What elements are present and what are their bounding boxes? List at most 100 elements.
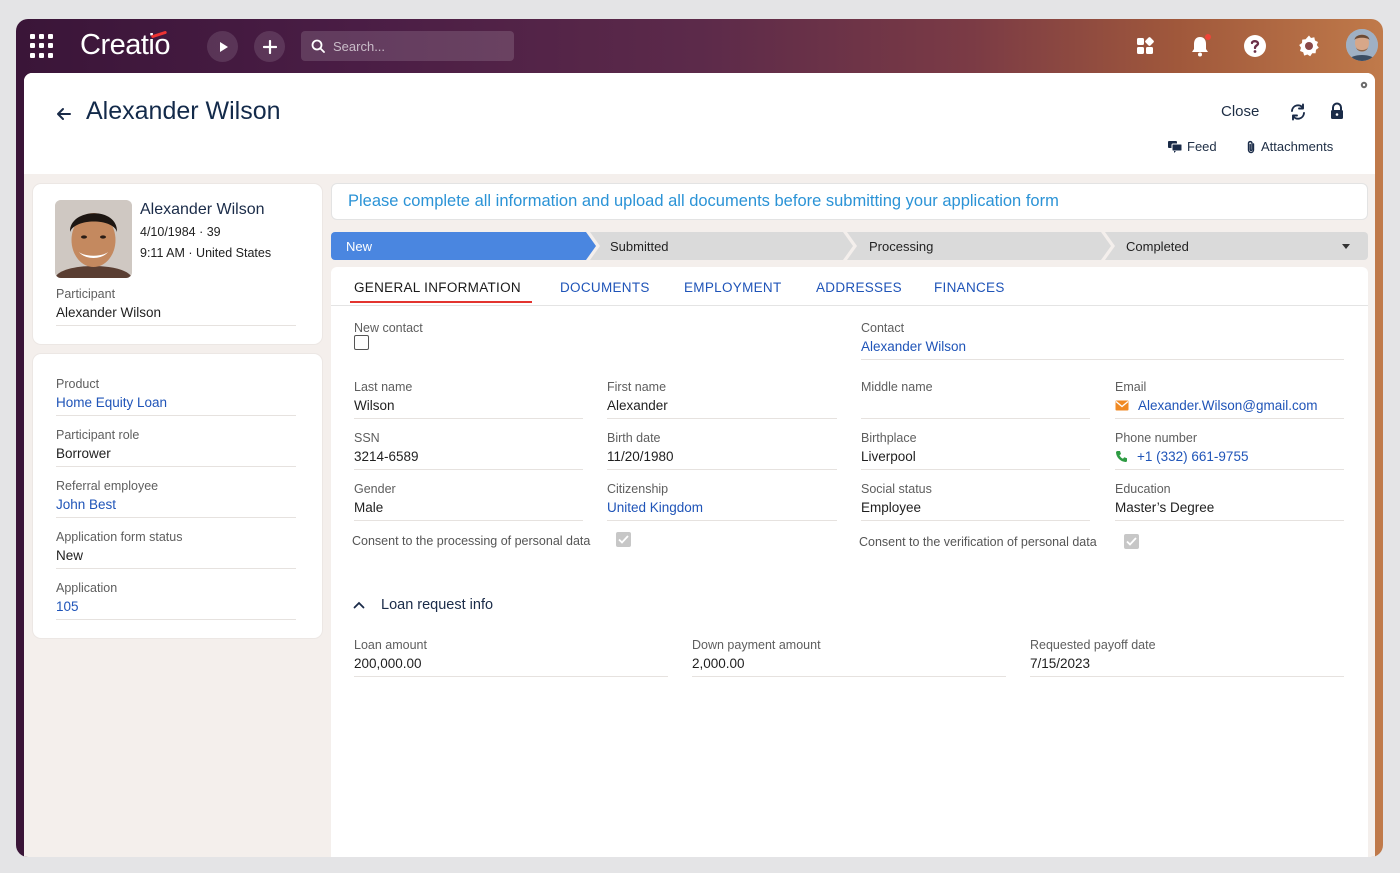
feed-button[interactable]: Feed	[1168, 139, 1217, 154]
application-link[interactable]: 105	[56, 599, 296, 614]
middle-name-field[interactable]: Middle name	[861, 380, 1090, 419]
attachments-button[interactable]: Attachments	[1246, 139, 1333, 154]
referral-employee-field[interactable]: Referral employee John Best	[56, 479, 296, 518]
participant-role-label: Participant role	[56, 428, 140, 442]
back-arrow-icon[interactable]	[54, 104, 74, 124]
ssn-field[interactable]: SSN 3214-6589	[354, 431, 583, 470]
participant-field[interactable]: Participant Alexander Wilson	[56, 287, 296, 326]
gender-field[interactable]: Gender Male	[354, 482, 583, 521]
email-link[interactable]: Alexander.Wilson@gmail.com	[1138, 398, 1318, 413]
tab-employment[interactable]: EMPLOYMENT	[684, 280, 782, 295]
loan-amount-label: Loan amount	[354, 638, 427, 652]
help-icon[interactable]	[1243, 34, 1267, 58]
first-name-label: First name	[607, 380, 667, 394]
small-gear-icon[interactable]	[1359, 80, 1369, 90]
education-value: Master’s Degree	[1115, 500, 1215, 515]
close-button[interactable]: Close	[1221, 103, 1259, 120]
first-name-field[interactable]: First name Alexander	[607, 380, 837, 419]
search-box[interactable]	[301, 31, 514, 61]
application-status-label: Application form status	[56, 530, 183, 544]
notification-dot	[1205, 34, 1211, 40]
application-status-value: New	[56, 548, 84, 563]
refresh-icon[interactable]	[1289, 103, 1307, 121]
participant-role-field[interactable]: Participant role Borrower	[56, 428, 296, 467]
profile-card: Alexander Wilson 4/10/1984 · 39 9:11 AM …	[33, 184, 322, 344]
tab-documents[interactable]: DOCUMENTS	[560, 280, 650, 295]
education-field[interactable]: Education Master’s Degree	[1115, 482, 1344, 521]
apps-icon[interactable]	[1133, 34, 1157, 58]
search-input[interactable]	[333, 38, 503, 54]
birthplace-value: Liverpool	[861, 449, 916, 464]
birthplace-field[interactable]: Birthplace Liverpool	[861, 431, 1090, 470]
product-field[interactable]: Product Home Equity Loan	[56, 377, 296, 416]
product-link[interactable]: Home Equity Loan	[56, 395, 296, 410]
checkmark-icon	[618, 535, 629, 544]
loan-section-toggle[interactable]: Loan request info	[353, 597, 493, 613]
birth-date-value: 11/20/1980	[607, 449, 674, 464]
birth-date-label: Birth date	[607, 431, 661, 445]
add-button[interactable]	[254, 31, 285, 62]
new-contact-label: New contact	[354, 321, 423, 335]
payoff-date-field[interactable]: Requested payoff date 7/15/2023	[1030, 638, 1344, 677]
consent-verification-checkbox[interactable]	[1124, 534, 1139, 549]
application-field[interactable]: Application 105	[56, 581, 296, 620]
run-process-button[interactable]	[207, 31, 238, 62]
contact-field[interactable]: Contact Alexander Wilson	[861, 321, 1344, 360]
lock-icon[interactable]	[1329, 102, 1345, 120]
top-bar: Creatio	[16, 19, 1383, 73]
stage-completed[interactable]: Completed	[1105, 232, 1368, 260]
last-name-label: Last name	[354, 380, 413, 394]
chevron-down-icon[interactable]	[1342, 244, 1350, 249]
info-banner: Please complete all information and uplo…	[331, 183, 1368, 220]
tab-general-information[interactable]: GENERAL INFORMATION	[354, 280, 521, 295]
user-avatar[interactable]	[1346, 29, 1378, 61]
contact-link[interactable]: Alexander Wilson	[861, 339, 1344, 354]
email-field[interactable]: Email Alexander.Wilson@gmail.com	[1115, 380, 1344, 419]
phone-field[interactable]: Phone number +1 (332) 661-9755	[1115, 431, 1344, 470]
application-label: Application	[56, 581, 118, 595]
tab-finances[interactable]: FINANCES	[934, 280, 1005, 295]
feed-label: Feed	[1187, 139, 1217, 154]
citizenship-link[interactable]: United Kingdom	[607, 500, 837, 515]
social-status-label: Social status	[861, 482, 932, 496]
phone-icon	[1116, 451, 1127, 462]
gender-label: Gender	[354, 482, 396, 496]
social-status-value: Employee	[861, 500, 922, 515]
page-header: Alexander Wilson Close Feed Attachments	[24, 73, 1375, 174]
referral-employee-label: Referral employee	[56, 479, 159, 493]
referral-employee-link[interactable]: John Best	[56, 497, 296, 512]
consent-processing-checkbox[interactable]	[616, 532, 631, 547]
stage-processing-label: Processing	[869, 238, 934, 254]
application-status-field[interactable]: Application form status New	[56, 530, 296, 569]
social-status-field[interactable]: Social status Employee	[861, 482, 1090, 521]
active-tab-indicator	[350, 301, 532, 303]
contact-photo[interactable]	[55, 200, 132, 278]
phone-link[interactable]: +1 (332) 661-9755	[1137, 449, 1248, 464]
app-window: Creatio A	[16, 19, 1383, 857]
stage-new[interactable]: New	[331, 232, 596, 260]
tab-addresses[interactable]: ADDRESSES	[816, 280, 902, 295]
loan-section-title: Loan request info	[381, 597, 494, 613]
stage-submitted[interactable]: Submitted	[590, 232, 853, 260]
chevron-up-icon	[353, 601, 365, 609]
birth-date-field[interactable]: Birth date 11/20/1980	[607, 431, 837, 470]
loan-amount-value: 200,000.00	[354, 656, 422, 671]
ssn-label: SSN	[354, 431, 380, 445]
app-launcher-icon[interactable]	[30, 34, 54, 58]
stage-processing[interactable]: Processing	[847, 232, 1111, 260]
payoff-date-label: Requested payoff date	[1030, 638, 1156, 652]
citizenship-field[interactable]: Citizenship United Kingdom	[607, 482, 837, 521]
stage-submitted-label: Submitted	[610, 238, 669, 254]
new-contact-checkbox[interactable]	[354, 335, 369, 350]
profile-dob-age: 4/10/1984 · 39	[140, 225, 221, 239]
loan-amount-field[interactable]: Loan amount 200,000.00	[354, 638, 668, 677]
last-name-field[interactable]: Last name Wilson	[354, 380, 583, 419]
record-page: Alexander Wilson Close Feed Attachments …	[24, 73, 1375, 857]
creatio-logo[interactable]: Creatio	[80, 29, 171, 62]
consent-verification-label: Consent to the verification of personal …	[859, 535, 1097, 549]
down-payment-field[interactable]: Down payment amount 2,000.00	[692, 638, 1006, 677]
stage-progress-bar: New Submitted Processing Completed	[331, 232, 1368, 260]
notifications-bell-icon[interactable]	[1188, 34, 1212, 58]
settings-gear-icon[interactable]	[1297, 34, 1321, 58]
down-payment-value: 2,000.00	[692, 656, 745, 671]
